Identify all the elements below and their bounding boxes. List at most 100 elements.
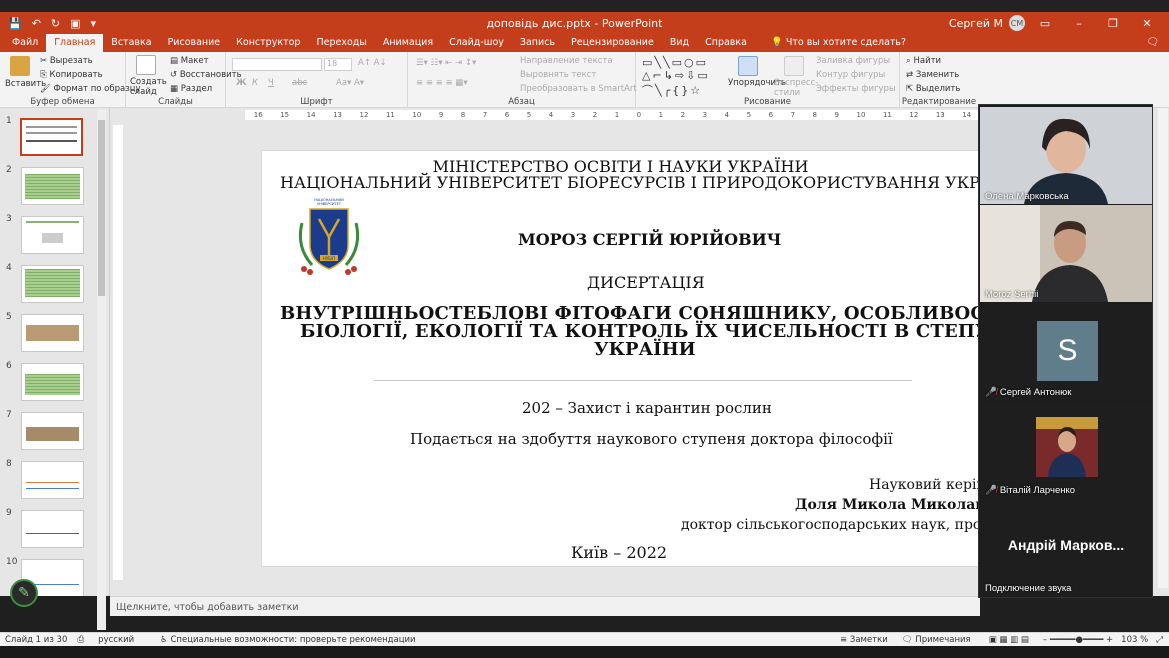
- underline-button[interactable]: Ч: [268, 78, 274, 88]
- user-account[interactable]: Сергей М СМ ▭ – ❐ ✕: [949, 15, 1169, 31]
- slide-thumb-4[interactable]: 4: [0, 263, 100, 308]
- undo-icon[interactable]: ↶: [32, 17, 41, 30]
- slide-university: НАЦІОНАЛЬНИЙ УНІВЕРСИТЕТ БІОРЕСУРСІВ І П…: [280, 173, 980, 192]
- tab-file[interactable]: Файл: [4, 34, 46, 52]
- notes-pane[interactable]: Щелкните, чтобы добавить заметки: [110, 596, 980, 616]
- shapes-gallery-icon[interactable]: ▭╲╲▭○▭ △⌐↳⇨⇩▭ ⌒╲╭{}☆: [642, 56, 710, 98]
- arrange-icon[interactable]: [738, 56, 758, 76]
- font-size-select[interactable]: 18: [324, 58, 352, 71]
- font-grow-icon[interactable]: A↑ A↓: [358, 58, 387, 68]
- fit-slide-icon[interactable]: ⤢: [1156, 635, 1163, 645]
- tab-review[interactable]: Рецензирование: [563, 34, 662, 52]
- video-tile-2[interactable]: Moroz Serhii: [980, 205, 1152, 302]
- tab-home[interactable]: Главная: [46, 34, 104, 52]
- find-label: Найти: [913, 56, 942, 66]
- title-bar: 💾 ↶ ↻ ▣ ▾ доповідь дис.pptx - PowerPoint…: [0, 12, 1169, 34]
- tab-transitions[interactable]: Переходы: [308, 34, 374, 52]
- bullets-icon[interactable]: ☰▾ ☷▾ ⇤ ⇥ ↕▾: [416, 58, 476, 68]
- ruler-tick: 1: [658, 111, 664, 119]
- zoom-level[interactable]: 103 %: [1121, 635, 1148, 645]
- slide-canvas[interactable]: МІНІСТЕРСТВО ОСВІТИ І НАУКИ УКРАЇНИ НАЦІ…: [261, 150, 980, 567]
- tab-slideshow[interactable]: Слайд-шоу: [441, 34, 512, 52]
- zoom-slider[interactable]: – ━━━━━●━━━━ +: [1043, 635, 1113, 645]
- tab-help[interactable]: Справка: [697, 34, 755, 52]
- slide-thumb-1[interactable]: 1: [0, 116, 100, 161]
- comments-icon[interactable]: 🗨: [1146, 34, 1159, 52]
- tab-animations[interactable]: Анимация: [375, 34, 441, 52]
- participant-name: Сергей Антонюк: [999, 387, 1072, 398]
- section-button[interactable]: ▦ Раздел: [170, 84, 212, 94]
- tab-design[interactable]: Конструктор: [228, 34, 308, 52]
- layout-button[interactable]: ▤ Макет: [170, 56, 209, 66]
- video-tile-1[interactable]: Олена Марковська: [980, 107, 1152, 204]
- quick-styles-button[interactable]: Экспресс-стили: [774, 78, 818, 98]
- close-icon[interactable]: ✕: [1133, 17, 1161, 30]
- view-buttons[interactable]: ▣ ▦ ▥ ▤: [989, 635, 1029, 645]
- language-indicator[interactable]: русский: [98, 635, 134, 645]
- slide-scrollbar[interactable]: [1158, 108, 1168, 588]
- section-label: Раздел: [180, 84, 213, 94]
- strikethrough-button[interactable]: abc: [292, 78, 307, 88]
- slide-supervisor-name: Доля Микола Миколайо: [795, 497, 980, 513]
- svg-text:УНІВЕРСИТЕТ: УНІВЕРСИТЕТ: [317, 202, 342, 206]
- font-color-icon[interactable]: Aa▾ A▾: [336, 78, 364, 88]
- italic-button[interactable]: К: [252, 78, 258, 88]
- save-icon[interactable]: 💾: [8, 17, 22, 30]
- tab-record[interactable]: Запись: [512, 34, 563, 52]
- accessibility-status[interactable]: ♿ Специальные возможности: проверьте рек…: [160, 635, 415, 645]
- slide-thumb-2[interactable]: 2: [0, 165, 100, 210]
- spellcheck-icon[interactable]: ⎙: [77, 635, 84, 645]
- university-logo: НАЦІОНАЛЬНИЙ УНІВЕРСИТЕТ НУБіП: [290, 195, 368, 277]
- tell-me-search[interactable]: 💡 Что вы хотите сделать?: [771, 34, 906, 52]
- minimize-icon[interactable]: –: [1065, 17, 1093, 30]
- thumb-preview: [21, 216, 84, 254]
- cut-button[interactable]: ✂ Вырезать: [40, 56, 93, 66]
- replace-button[interactable]: ⇄ Заменить: [906, 70, 959, 80]
- comments-toggle[interactable]: 🗨 Примечания: [902, 635, 971, 645]
- document-title: доповідь дис.pptx - PowerPoint: [486, 16, 663, 30]
- font-family-select[interactable]: [232, 58, 322, 71]
- thumbnails-scroll-thumb[interactable]: [98, 120, 105, 296]
- align-text-button[interactable]: Выровнять текст: [520, 70, 596, 80]
- restore-icon[interactable]: ❐: [1099, 17, 1127, 30]
- accessibility-text: Специальные возможности: проверьте реком…: [170, 634, 416, 645]
- slide-thumb-3[interactable]: 3: [0, 214, 100, 259]
- annotation-pen-icon[interactable]: ✎: [10, 579, 38, 607]
- paste-icon[interactable]: [10, 56, 30, 76]
- align-icons[interactable]: ≡ ≡ ≡ ≡ ▦▾: [416, 78, 468, 88]
- shape-outline-button[interactable]: Контур фигуры: [816, 70, 885, 80]
- slide-thumb-5[interactable]: 5: [0, 312, 100, 357]
- shape-effects-button[interactable]: Эффекты фигуры: [816, 84, 896, 94]
- slide-thumb-8[interactable]: 8: [0, 459, 100, 504]
- find-button[interactable]: ⌕ Найти: [906, 56, 941, 66]
- customize-qat-icon[interactable]: ▾: [91, 17, 97, 30]
- slide-thumb-9[interactable]: 9: [0, 508, 100, 553]
- ribbon-display-icon[interactable]: ▭: [1031, 17, 1059, 30]
- thumb-number: 6: [6, 361, 12, 371]
- thumb-number: 2: [6, 165, 12, 175]
- new-slide-icon[interactable]: [136, 55, 156, 75]
- select-button[interactable]: ⇱ Выделить: [906, 84, 960, 94]
- tab-draw[interactable]: Рисование: [160, 34, 229, 52]
- bold-button[interactable]: Ж: [236, 78, 246, 88]
- copy-button[interactable]: ⎘ Копировать: [40, 70, 103, 80]
- participant-video: [980, 205, 1152, 302]
- thumb-preview: [21, 314, 84, 352]
- thumb-preview: [20, 118, 83, 156]
- slide-supervisor-label: Науковий керів: [869, 477, 980, 493]
- redo-icon[interactable]: ↻: [51, 17, 60, 30]
- slide-thumb-6[interactable]: 6: [0, 361, 100, 406]
- video-tile-3[interactable]: S 🎤̸ Сергей Антонюк: [980, 303, 1152, 400]
- video-tile-4[interactable]: 🎤̸ Віталій Ларченко: [980, 401, 1152, 498]
- video-tile-5[interactable]: Андрій Марков... Подключение звука: [980, 499, 1152, 596]
- notes-toggle[interactable]: ≡ Заметки: [840, 635, 888, 645]
- smartart-button[interactable]: Преобразовать в SmartArt: [520, 84, 637, 94]
- quick-styles-icon[interactable]: [784, 56, 804, 76]
- new-slide-button[interactable]: Создать слайд: [130, 77, 167, 97]
- shape-fill-button[interactable]: Заливка фигуры: [816, 56, 890, 66]
- slide-thumb-7[interactable]: 7: [0, 410, 100, 455]
- tab-view[interactable]: Вид: [662, 34, 697, 52]
- slideshow-start-icon[interactable]: ▣: [70, 17, 80, 30]
- text-direction-button[interactable]: Направление текста: [520, 56, 613, 66]
- tab-insert[interactable]: Вставка: [103, 34, 159, 52]
